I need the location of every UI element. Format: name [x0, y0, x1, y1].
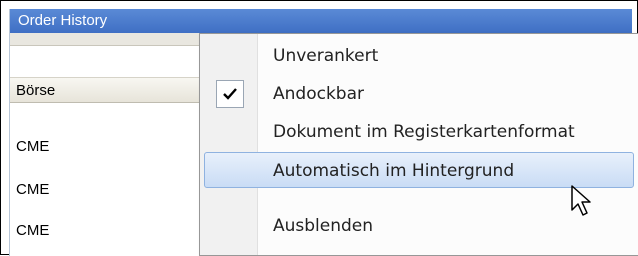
menu-item-label: Unverankert: [273, 46, 379, 66]
mouse-cursor-icon: [571, 185, 591, 216]
menu-item-label: Ausblenden: [273, 216, 374, 236]
menu-item-automatisch-im-hintergrund[interactable]: Automatisch im Hintergrund: [204, 152, 634, 188]
context-menu: Unverankert Andockbar Dokument im Regist…: [199, 33, 638, 256]
table-row[interactable]: CME: [10, 180, 220, 200]
window-frame: Order History Börse CME CME CME Unverank…: [0, 0, 638, 256]
menu-item-label: Andockbar: [273, 84, 364, 104]
menu-item-dokument-im-registerkartenformat[interactable]: Dokument im Registerkartenformat: [204, 114, 634, 150]
menu-item-label: Dokument im Registerkartenformat: [273, 122, 575, 142]
menu-item-unverankert[interactable]: Unverankert: [204, 38, 634, 74]
table-row[interactable]: CME: [10, 221, 220, 241]
menu-item-andockbar[interactable]: Andockbar: [204, 76, 634, 112]
table-row[interactable]: CME: [10, 137, 220, 157]
check-icon: [216, 80, 244, 108]
menu-item-label: Automatisch im Hintergrund: [273, 161, 515, 181]
panel-title[interactable]: Order History: [10, 9, 632, 33]
column-header-borse[interactable]: Börse: [10, 77, 220, 103]
